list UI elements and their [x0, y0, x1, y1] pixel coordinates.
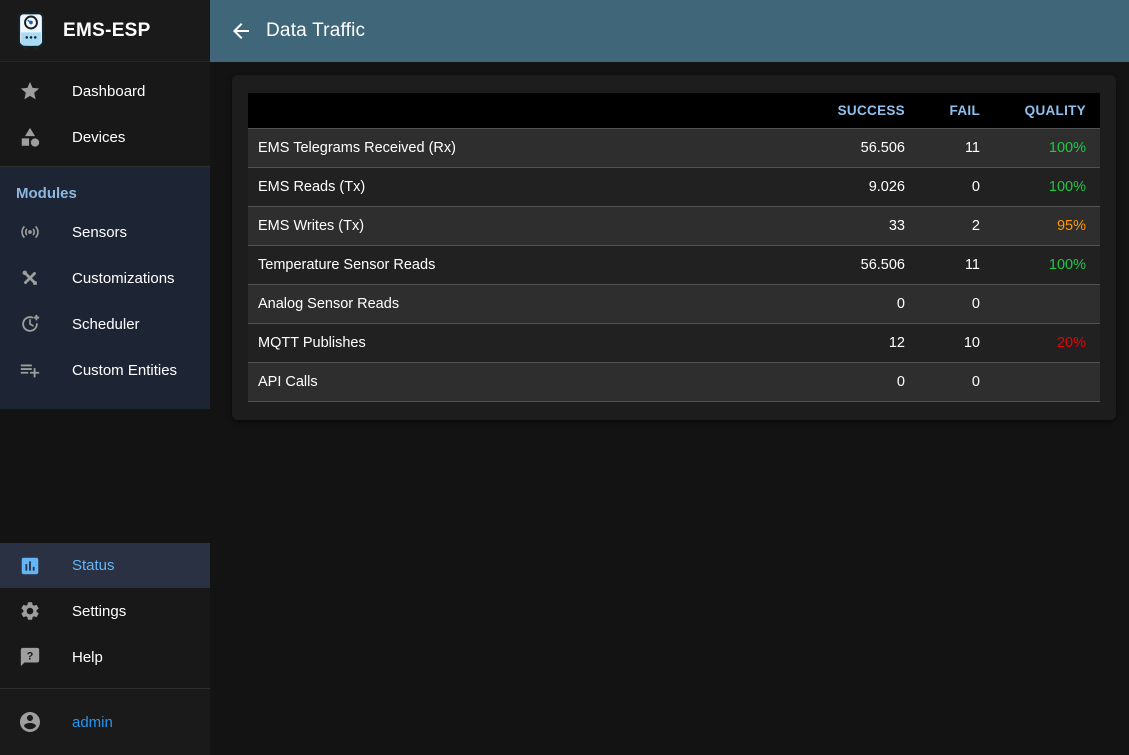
sidebar-user[interactable]: admin — [0, 689, 210, 755]
sidebar-item-label: Customizations — [72, 270, 175, 287]
arrow-back-icon[interactable] — [229, 19, 253, 43]
sensors-icon — [18, 220, 42, 244]
sidebar-item-settings[interactable]: Settings — [0, 588, 210, 634]
row-fail-value: 11 — [905, 245, 980, 284]
sidebar-item-label: Dashboard — [72, 83, 145, 100]
row-quality-value: 100% — [980, 128, 1100, 167]
sidebar-item-label: Status — [72, 557, 115, 574]
row-success-value: 56.506 — [760, 245, 905, 284]
table-row: EMS Writes (Tx) 33 2 95% — [248, 206, 1100, 245]
sidebar-item-label: Settings — [72, 603, 126, 620]
data-traffic-card: SUCCESS FAIL QUALITY EMS Telegrams Recei… — [232, 75, 1116, 420]
sidebar-item-scheduler[interactable]: Scheduler — [0, 301, 210, 347]
svg-text:?: ? — [27, 650, 34, 662]
table-row: MQTT Publishes 12 10 20% — [248, 323, 1100, 362]
help-bubble-icon: ? — [18, 645, 42, 669]
row-fail-value: 0 — [905, 362, 980, 401]
main-area: Data Traffic SUCCESS FAIL QUALITY EMS Te… — [210, 0, 1129, 755]
row-quality-value: 20% — [980, 323, 1100, 362]
row-fail-value: 2 — [905, 206, 980, 245]
page-title: Data Traffic — [266, 20, 365, 42]
row-success-value: 56.506 — [760, 128, 905, 167]
row-success-value: 0 — [760, 362, 905, 401]
column-header-success: SUCCESS — [760, 93, 905, 128]
row-fail-value: 11 — [905, 128, 980, 167]
category-icon — [18, 125, 42, 149]
sidebar-item-label: Scheduler — [72, 316, 140, 333]
table-row: EMS Reads (Tx) 9.026 0 100% — [248, 167, 1100, 206]
row-name: API Calls — [248, 362, 760, 401]
row-success-value: 0 — [760, 284, 905, 323]
sidebar-item-sensors[interactable]: Sensors — [0, 209, 210, 255]
sidebar-item-custom-entities[interactable]: Custom Entities — [0, 347, 210, 393]
row-success-value: 33 — [760, 206, 905, 245]
sidebar-item-customizations[interactable]: Customizations — [0, 255, 210, 301]
row-name: Temperature Sensor Reads — [248, 245, 760, 284]
modules-section-header: Modules — [0, 179, 210, 209]
row-fail-value: 0 — [905, 167, 980, 206]
row-name: EMS Telegrams Received (Rx) — [248, 128, 760, 167]
column-header-fail: FAIL — [905, 93, 980, 128]
row-name: MQTT Publishes — [248, 323, 760, 362]
bar-chart-icon — [18, 554, 42, 578]
column-header-quality: QUALITY — [980, 93, 1100, 128]
row-fail-value: 10 — [905, 323, 980, 362]
row-name: Analog Sensor Reads — [248, 284, 760, 323]
app-logo-row: EMS-ESP — [0, 0, 210, 62]
table-row: Analog Sensor Reads 0 0 — [248, 284, 1100, 323]
row-quality-value: 100% — [980, 167, 1100, 206]
account-circle-icon — [18, 710, 42, 734]
sidebar-item-status[interactable]: Status — [0, 543, 210, 588]
row-success-value: 12 — [760, 323, 905, 362]
row-quality-value: 100% — [980, 245, 1100, 284]
row-fail-value: 0 — [905, 284, 980, 323]
appbar: Data Traffic — [210, 0, 1129, 62]
sidebar-section-modules: Modules Sensors — [0, 167, 210, 409]
star-icon — [18, 79, 42, 103]
table-row: API Calls 0 0 — [248, 362, 1100, 401]
sidebar-spacer — [0, 409, 210, 543]
row-success-value: 9.026 — [760, 167, 905, 206]
content-area: SUCCESS FAIL QUALITY EMS Telegrams Recei… — [210, 62, 1129, 755]
sidebar-item-help[interactable]: ? Help — [0, 634, 210, 680]
sidebar-item-label: Custom Entities — [72, 362, 177, 379]
sidebar-item-dashboard[interactable]: Dashboard — [0, 68, 210, 114]
data-traffic-table: SUCCESS FAIL QUALITY EMS Telegrams Recei… — [248, 93, 1100, 402]
row-quality-value — [980, 362, 1100, 401]
sidebar-section-top: Dashboard Devices — [0, 62, 210, 166]
clock-plus-icon — [18, 312, 42, 336]
username-label: admin — [72, 714, 113, 731]
table-row: Temperature Sensor Reads 56.506 11 100% — [248, 245, 1100, 284]
gear-icon — [18, 599, 42, 623]
row-quality-value: 95% — [980, 206, 1100, 245]
sidebar-item-label: Help — [72, 649, 103, 666]
sidebar-item-label: Devices — [72, 129, 125, 146]
table-header-row: SUCCESS FAIL QUALITY — [248, 93, 1100, 128]
sidebar-item-devices[interactable]: Devices — [0, 114, 210, 160]
boiler-icon — [14, 11, 48, 51]
row-name: EMS Writes (Tx) — [248, 206, 760, 245]
column-header-name — [248, 93, 760, 128]
table-row: EMS Telegrams Received (Rx) 56.506 11 10… — [248, 128, 1100, 167]
playlist-add-icon — [18, 358, 42, 382]
sidebar-item-label: Sensors — [72, 224, 127, 241]
tools-icon — [18, 266, 42, 290]
sidebar-section-bottom: Status Settings ? Help — [0, 543, 210, 688]
row-quality-value — [980, 284, 1100, 323]
sidebar: EMS-ESP Dashboard Devices Modules — [0, 0, 210, 755]
app-title: EMS-ESP — [63, 20, 151, 42]
row-name: EMS Reads (Tx) — [248, 167, 760, 206]
